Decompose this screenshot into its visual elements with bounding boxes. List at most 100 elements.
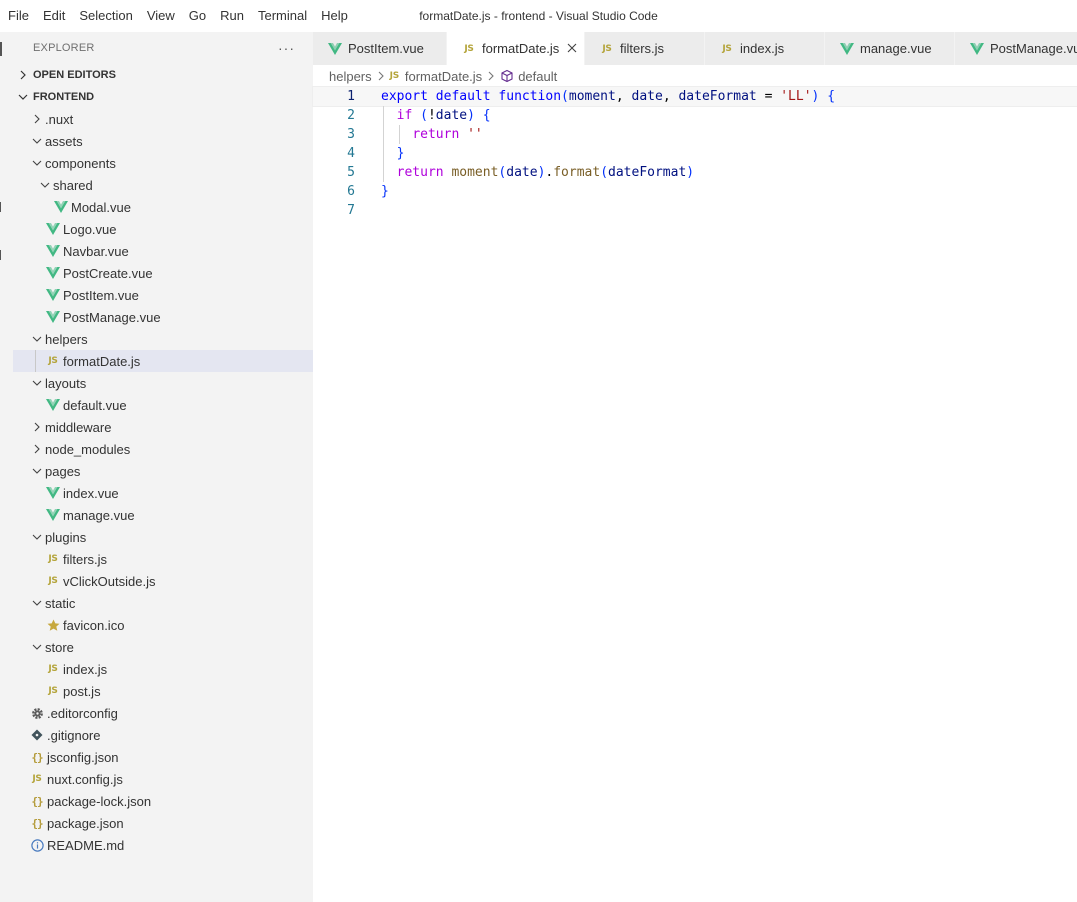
folder-item-middleware[interactable]: middleware [13,416,313,438]
menu-selection[interactable]: Selection [72,0,139,32]
folder-item-assets[interactable]: assets [13,130,313,152]
json-file-icon: {} [31,794,43,808]
close-icon[interactable] [567,41,577,56]
menu-terminal[interactable]: Terminal [251,0,314,32]
tab-formatdate-js[interactable]: JS formatDate.js [447,32,585,65]
code-text: export default function(moment, date, da… [381,89,836,104]
folder-item-pages[interactable]: pages [13,460,313,482]
folder-item-node-modules[interactable]: node_modules [13,438,313,460]
chevron-down-icon [29,152,45,174]
code-line[interactable]: 3 return '' [313,125,1077,144]
folder-item-static[interactable]: static [13,592,313,614]
folder-item-store[interactable]: store [13,636,313,658]
file-item-index-js[interactable]: JS index.js [13,658,313,680]
chevron-down-icon [29,460,45,482]
gear-icon [29,702,45,724]
tree-item-label: filters.js [63,551,108,567]
js-file-icon: JS [48,576,58,586]
file-item-modal-vue[interactable]: Modal.vue [13,196,313,218]
file-tree: .nuxt assets components shared Modal.vue Logo… [13,108,313,856]
file-item-postcreate-vue[interactable]: PostCreate.vue [13,262,313,284]
code-line[interactable]: 4 } [313,144,1077,163]
tree-item-label: PostCreate.vue [63,265,153,281]
menu-edit[interactable]: Edit [36,0,72,32]
file-item-readme-md[interactable]: README.md [13,834,313,856]
star-icon [45,614,61,636]
file-item-post-js[interactable]: JS post.js [13,680,313,702]
vue-file-icon [45,504,61,526]
tab-filters-js[interactable]: JS filters.js [585,32,705,65]
tree-item-label: favicon.ico [63,617,125,633]
code-line[interactable]: 5 return moment(date).format(dateFormat) [313,163,1077,182]
code-editor[interactable]: 1 export default function(moment, date, … [312,86,1077,902]
code-line[interactable]: 1 export default function(moment, date, … [312,86,1077,107]
vue-file-icon [45,284,61,306]
frontend-section[interactable]: FRONTEND [13,86,313,108]
breadcrumb-symbol[interactable]: default [518,69,557,84]
menu-help[interactable]: Help [314,0,355,32]
tree-item-label: components [45,155,116,171]
tree-item-label: default.vue [63,397,127,413]
folder-item-nuxt[interactable]: .nuxt [13,108,313,130]
code-line[interactable]: 7 [313,201,1077,220]
chevron-down-icon [29,130,45,152]
file-item-default-vue[interactable]: default.vue [13,394,313,416]
activity-indicator [0,250,1,260]
folder-item-components[interactable]: components [13,152,313,174]
tab-postitem-vue[interactable]: PostItem.vue [313,32,447,65]
breadcrumb-folder[interactable]: helpers [329,69,372,84]
file-item-nuxt-config-js[interactable]: JS nuxt.config.js [13,768,313,790]
git-icon [29,724,45,746]
tree-item-label: static [45,595,76,611]
folder-item-layouts[interactable]: layouts [13,372,313,394]
folder-item-plugins[interactable]: plugins [13,526,313,548]
code-line[interactable]: 2 if (!date) { [313,106,1077,125]
menu-file[interactable]: File [0,0,36,32]
menu-bar: File Edit Selection View Go Run Terminal Help [0,0,355,32]
file-item-gitignore[interactable]: .gitignore [13,724,313,746]
open-editors-label: OPEN EDITORS [33,69,116,81]
tab-manage-vue[interactable]: manage.vue [825,32,955,65]
open-editors-section[interactable]: OPEN EDITORS [13,64,313,86]
more-actions-button[interactable]: ··· [278,40,295,56]
file-item-postmanage-vue[interactable]: PostManage.vue [13,306,313,328]
folder-item-shared[interactable]: shared [13,174,313,196]
file-item-package-json[interactable]: {} package.json [13,812,313,834]
chevron-down-icon [37,174,53,196]
line-number: 3 [347,127,355,142]
line-number: 1 [347,89,355,104]
tree-item-label: layouts [45,375,87,391]
vue-file-icon [45,262,61,284]
file-item-formatdate-js[interactable]: JS formatDate.js [13,350,313,372]
menu-go[interactable]: Go [182,0,213,32]
tree-item-label: formatDate.js [63,353,141,369]
menu-view[interactable]: View [140,0,182,32]
explorer-header: EXPLORER ··· [13,32,313,64]
tree-item-label: node_modules [45,441,131,457]
file-item-index-vue[interactable]: index.vue [13,482,313,504]
js-file-icon: JS [32,774,42,784]
file-item-filters-js[interactable]: JS filters.js [13,548,313,570]
js-file-icon: JS [602,43,612,54]
breadcrumb-file[interactable]: formatDate.js [405,69,482,84]
file-item-editorconfig[interactable]: .editorconfig [13,702,313,724]
vue-file-icon [45,482,61,504]
code-line[interactable]: 6 } [313,182,1077,201]
tab-postmanage-vue[interactable]: PostManage.vue [955,32,1077,65]
file-item-package-lock-json[interactable]: {} package-lock.json [13,790,313,812]
menu-run[interactable]: Run [213,0,251,32]
tree-item-label: pages [45,463,81,479]
file-item-jsconfig-json[interactable]: {} jsconfig.json [13,746,313,768]
tab-index-js[interactable]: JS index.js [705,32,825,65]
file-item-favicon-ico[interactable]: favicon.ico [13,614,313,636]
tree-item-label: README.md [47,837,125,853]
file-item-logo-vue[interactable]: Logo.vue [13,218,313,240]
folder-item-helpers[interactable]: helpers [13,328,313,350]
file-item-vclickoutside-js[interactable]: JS vClickOutside.js [13,570,313,592]
chevron-down-icon [29,636,45,658]
file-item-navbar-vue[interactable]: Navbar.vue [13,240,313,262]
file-item-postitem-vue[interactable]: PostItem.vue [13,284,313,306]
js-file-icon: JS [389,71,400,81]
file-item-manage-vue[interactable]: manage.vue [13,504,313,526]
activity-indicator [0,42,2,56]
